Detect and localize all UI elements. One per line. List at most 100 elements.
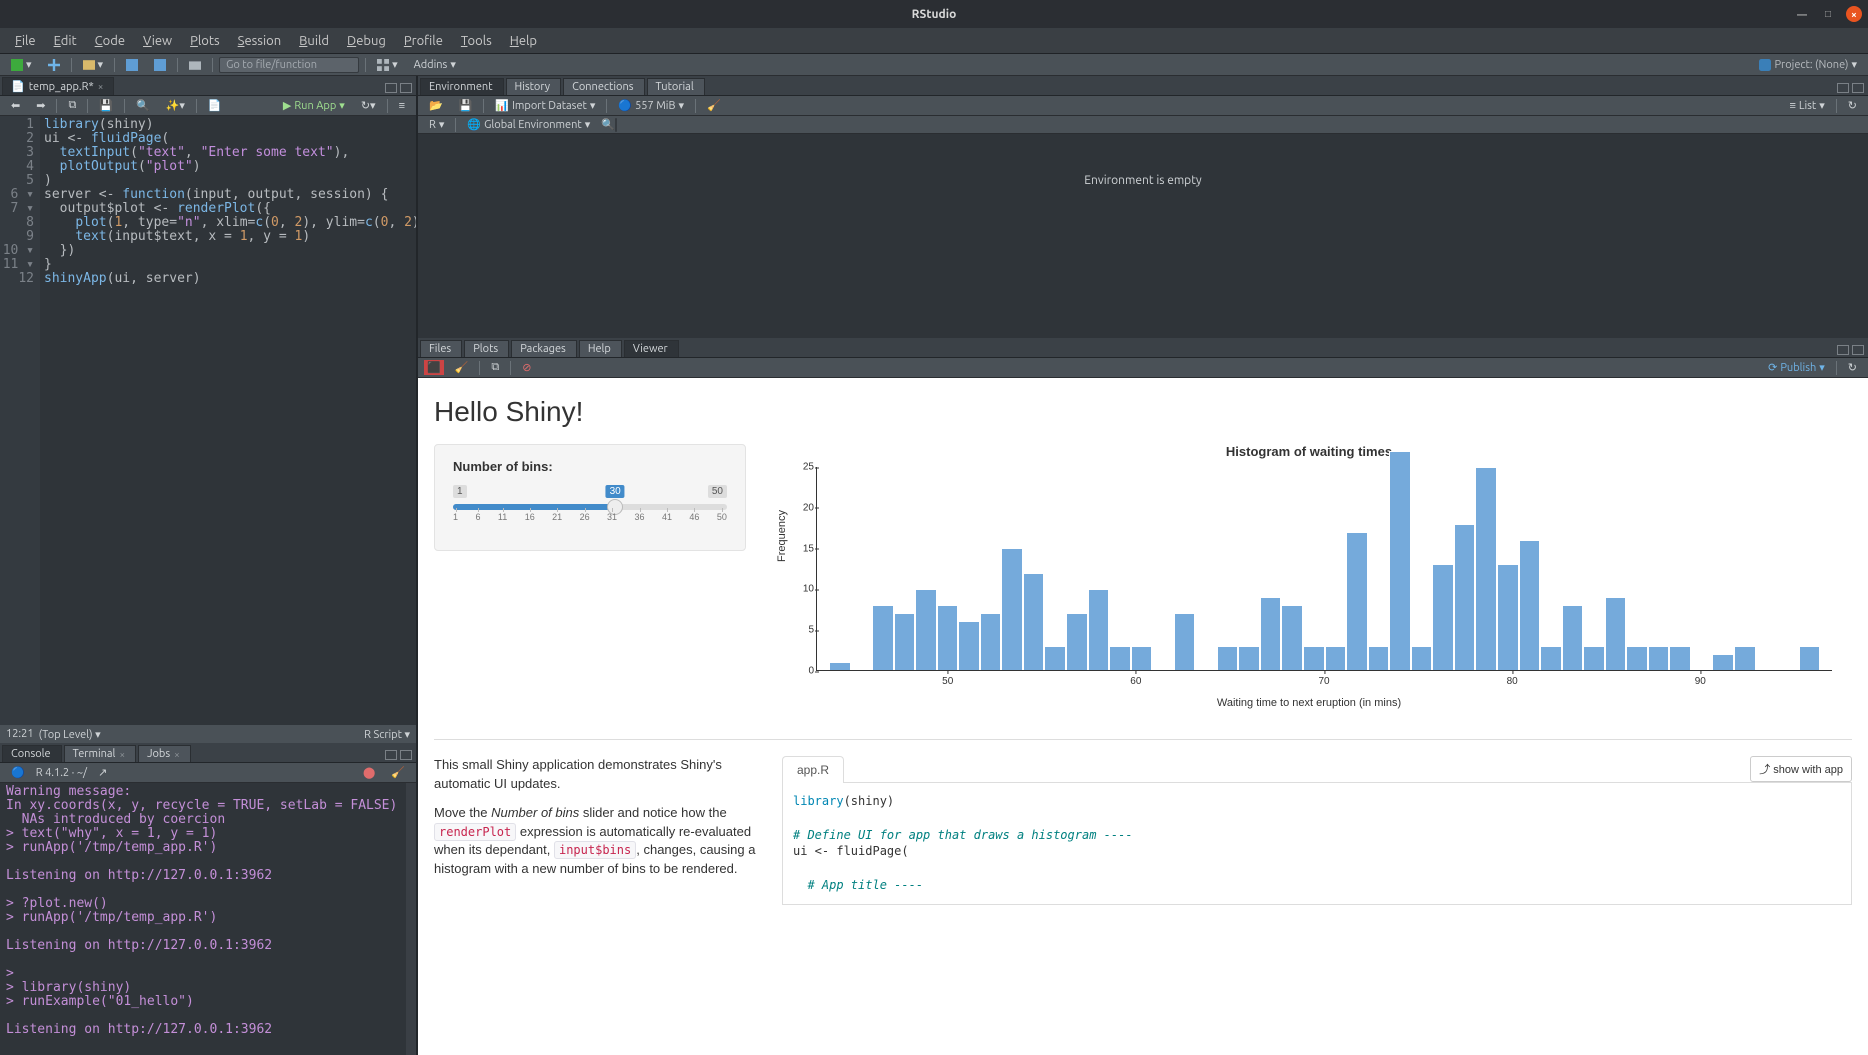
goto-file-input[interactable]: Go to file/function [219,57,359,73]
tab-files[interactable]: Files [420,340,462,357]
find-icon[interactable]: 🔍 [131,98,155,113]
clear-viewer-icon[interactable]: 🧹 [450,360,474,375]
menu-code[interactable]: Code [86,31,134,51]
code-editor[interactable]: 123456 ▾7 ▾8910 ▾11 ▾12 library(shiny)ui… [0,116,416,725]
tab-help[interactable]: Help [579,340,622,357]
scope-indicator[interactable]: (Top Level) ▾ [39,728,101,741]
lang-indicator[interactable]: R Script ▾ [364,728,410,741]
histogram-bar [1605,597,1627,670]
viewer-minimize-icon[interactable] [1837,345,1849,355]
new-project-button[interactable] [43,58,65,72]
histogram-bar [1303,646,1325,670]
histogram-bar [1368,646,1390,670]
refresh-env-icon[interactable]: ↻ [1843,98,1862,113]
bins-slider[interactable]: 1 50 30 16111621263136414650 [453,486,727,532]
tab-environment[interactable]: Environment [420,78,504,95]
save-source-icon[interactable]: 💾 [94,98,118,113]
tab-packages[interactable]: Packages [511,340,577,357]
show-in-new-window-icon[interactable]: ⧉ [63,98,81,113]
project-menu[interactable]: Project: (None) ▾ [1754,57,1862,72]
source-maximize-icon[interactable] [400,83,412,93]
global-env-menu[interactable]: 🌐 Global Environment ▾ [462,117,595,132]
clear-env-icon[interactable]: 🧹 [702,98,726,113]
tab-jobs[interactable]: Jobs × [138,745,191,762]
console-maximize-icon[interactable] [400,750,412,760]
reload-app-icon[interactable]: ↻▾ [356,98,381,113]
save-all-button[interactable] [149,58,171,72]
env-body: Environment is empty [418,134,1868,338]
viewer-content[interactable]: Hello Shiny! Number of bins: 1 50 30 [418,378,1868,1055]
console-minimize-icon[interactable] [385,750,397,760]
tab-connections[interactable]: Connections [563,78,644,95]
menu-view[interactable]: View [134,31,181,51]
tab-viewer[interactable]: Viewer [624,340,679,357]
source-minimize-icon[interactable] [385,83,397,93]
source-options-icon[interactable]: ≡ [394,99,410,113]
refresh-viewer-icon[interactable]: ↻ [1843,360,1862,375]
tab-history[interactable]: History [506,78,562,95]
scrollbar[interactable] [406,783,416,1055]
histogram-bar [1432,564,1454,670]
wand-icon[interactable]: ✨▾ [161,98,190,113]
run-app-button[interactable]: ▶ Run App ▾ [278,98,350,113]
new-file-button[interactable]: ▾ [6,57,37,72]
save-button[interactable] [121,58,143,72]
menu-build[interactable]: Build [290,31,338,51]
tab-plots[interactable]: Plots [464,340,509,357]
env-maximize-icon[interactable] [1852,83,1864,93]
forward-icon[interactable]: ➡ [31,98,50,113]
load-workspace-icon[interactable]: 📂 [424,98,448,113]
import-dataset-button[interactable]: 📊 Import Dataset ▾ [490,98,600,113]
document-icon[interactable]: 📄 [203,98,227,113]
window-close-button[interactable]: × [1846,6,1862,22]
stop-icon[interactable]: ⬤ [358,765,380,780]
remove-viewer-icon[interactable]: ⊘ [517,360,536,375]
menu-tools[interactable]: Tools [452,31,501,51]
env-search-input[interactable] [615,118,617,132]
menu-plots[interactable]: Plots [181,31,229,51]
window-minimize-button[interactable]: ― [1794,6,1810,22]
clear-console-icon[interactable]: 🧹 [386,765,410,780]
histogram-bar [1734,646,1756,670]
window-maximize-button[interactable]: □ [1820,6,1836,22]
tab-tutorial[interactable]: Tutorial [647,78,705,95]
tab-terminal[interactable]: Terminal × [64,745,136,762]
code-tab-appr[interactable]: app.R [782,756,844,783]
close-tab-icon[interactable]: × [98,81,104,92]
histogram-bar [872,605,894,670]
publish-button[interactable]: ⟳ Publish ▾ [1763,360,1830,375]
console-output[interactable]: Warning message: In xy.coords(x, y, recy… [0,783,416,1055]
menu-profile[interactable]: Profile [395,31,452,51]
window-titlebar: RStudio ― □ × [0,0,1868,28]
r-scope-menu[interactable]: R ▾ [424,117,449,132]
addins-grid-icon[interactable]: ▾ [372,57,403,72]
list-view-button[interactable]: ≡ List ▾ [1784,98,1829,113]
histogram-bar [1454,524,1476,670]
show-with-app-button[interactable]: ⤴ show with app [1750,756,1852,782]
menu-help[interactable]: Help [501,31,546,51]
menu-session[interactable]: Session [229,31,290,51]
menu-debug[interactable]: Debug [338,31,395,51]
env-minimize-icon[interactable] [1837,83,1849,93]
open-file-button[interactable]: ▾ [78,57,109,72]
histogram-bar [1023,573,1045,670]
addins-menu[interactable]: Addins ▾ [409,57,461,72]
memory-usage[interactable]: 🔵 557 MiB ▾ [613,98,689,113]
save-workspace-icon[interactable]: 💾 [454,98,478,113]
window-title: RStudio [912,8,957,21]
popout-icon[interactable]: ↗ [93,765,112,780]
tab-console[interactable]: Console [2,745,62,762]
menu-file[interactable]: File [6,31,45,51]
source-tab[interactable]: 📄 temp_app.R* × [2,77,114,95]
stop-viewer-icon[interactable]: ⬛ [424,360,444,375]
slider-panel: Number of bins: 1 50 30 1611162126313641… [434,444,746,551]
menu-edit[interactable]: Edit [45,31,86,51]
popout-viewer-icon[interactable]: ⧉ [486,360,504,375]
main-toolbar: ▾ ▾ Go to file/function ▾ Addins ▾ Proje… [0,54,1868,76]
close-icon[interactable]: × [119,749,125,760]
chart-title: Histogram of waiting times [776,444,1842,459]
close-icon[interactable]: × [174,749,180,760]
back-icon[interactable]: ⬅ [6,98,25,113]
print-button[interactable] [184,58,206,72]
viewer-maximize-icon[interactable] [1852,345,1864,355]
